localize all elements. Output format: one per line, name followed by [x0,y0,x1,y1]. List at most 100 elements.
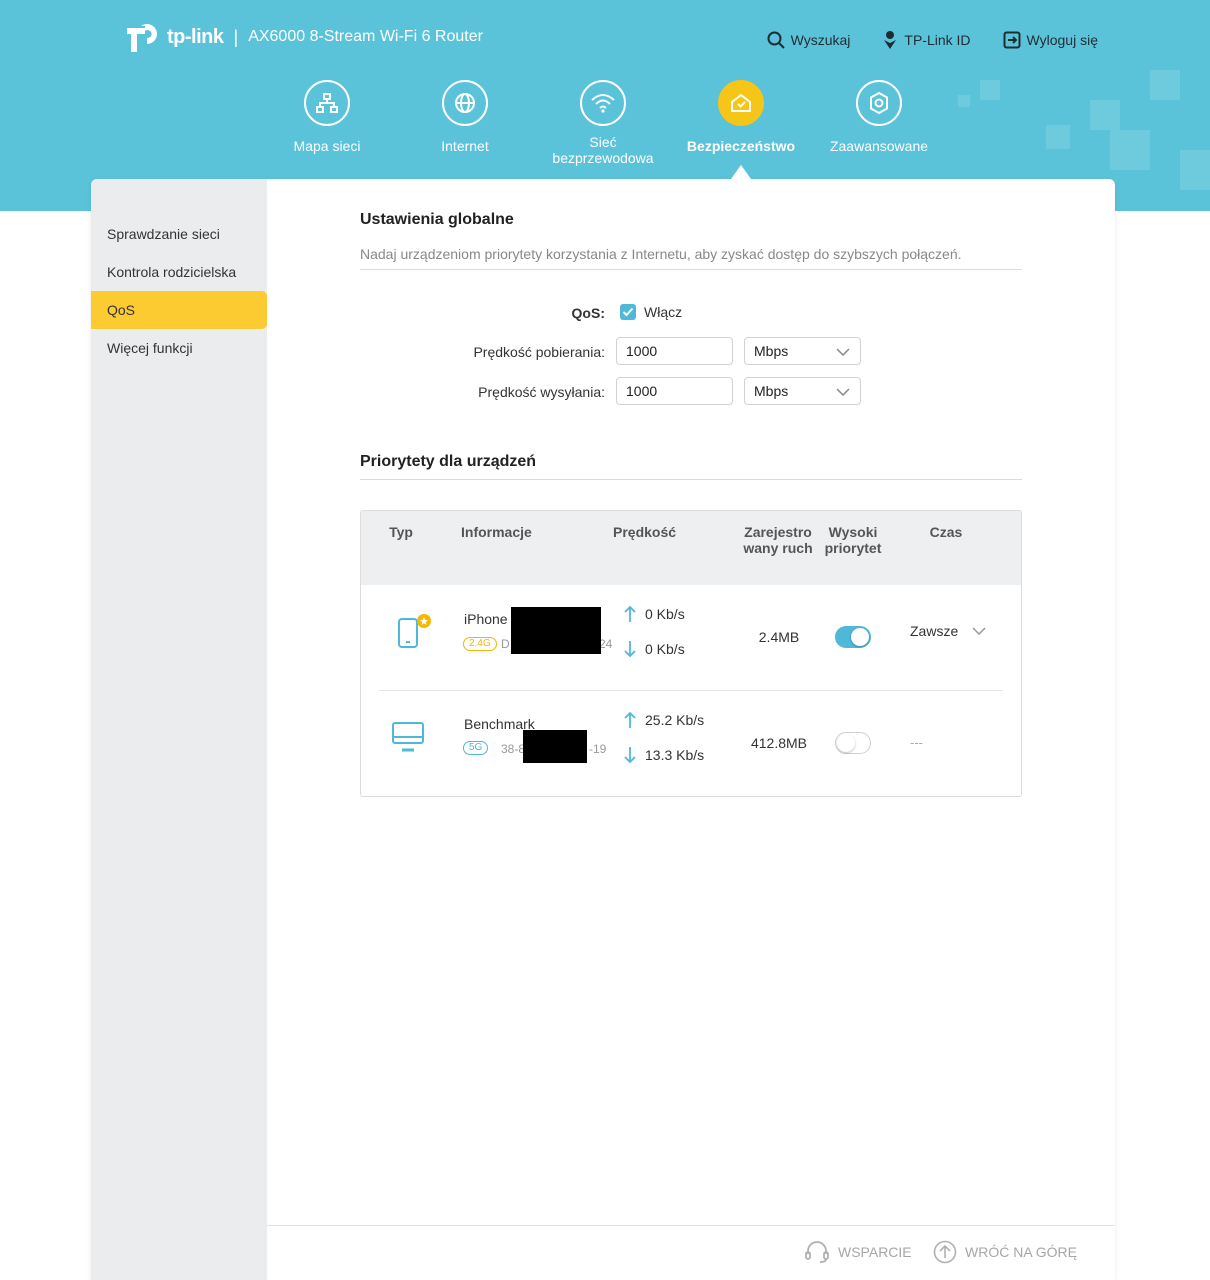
device-priority-title: Priorytety dla urządzeń [360,453,537,470]
download-speed-label: Prędkość pobierania: [473,344,605,360]
table-row: Benchmark 5G 38-8 -19 25.2 Kb/s 13.3 Kb/… [361,691,1021,796]
high-priority-toggle[interactable] [835,626,871,648]
arrow-up-icon [624,711,636,728]
tplink-id-link[interactable]: TP-Link ID [882,30,971,50]
toggle-knob [851,628,869,646]
download-unit-value: Mbps [754,343,789,359]
back-to-top-label: WRÓĆ NA GÓRĘ [965,1244,1078,1260]
nav-active-caret [731,165,751,179]
logout-link[interactable]: Wyloguj się [1003,30,1098,50]
nav-internet[interactable]: Internet [395,80,535,154]
security-house-icon [731,93,751,112]
column-header-traffic: Zarejestro wany ruch [743,524,813,556]
gear-icon [870,91,888,115]
tplink-logo[interactable]: tp-link | AX6000 8-Stream Wi-Fi 6 Router [125,20,483,54]
sidebar: Sprawdzanie sieci Kontrola rodzicielska … [91,179,267,1280]
support-link[interactable]: WSPARCIE [804,1240,912,1264]
sidebar-item-parental-control[interactable]: Kontrola rodzicielska [91,253,267,291]
chevron-down-icon [972,627,986,635]
nav-network-map[interactable]: Mapa sieci [257,80,397,154]
high-priority-toggle[interactable] [835,732,871,754]
column-header-type: Typ [389,524,413,540]
qos-label: QoS: [571,305,605,321]
tplink-id-label: TP-Link ID [904,32,971,48]
qos-enable-checkbox[interactable] [620,304,636,320]
device-mac-prefix: 38-8 [501,742,526,756]
main-nav: Mapa sieci Internet Sieć bezprzewodowa B… [0,80,1210,180]
device-mac-suffix: 24 [599,637,613,651]
logo-text: tp-link [167,25,224,48]
divider [360,269,1022,270]
headset-icon [805,1241,829,1263]
chevron-down-icon [836,388,850,396]
device-priority-table: Typ Informacje Prędkość Zarejestro wany … [360,510,1022,797]
time-value: Zawsze [910,623,959,639]
router-model: AX6000 8-Stream Wi-Fi 6 Router [248,28,483,45]
upload-speed: 0 Kb/s [623,605,685,623]
divider [360,479,1022,480]
qos-enable-label: Włącz [644,304,683,320]
device-mac-prefix: D [501,637,510,651]
wifi-icon [591,94,615,113]
recorded-traffic: 412.8MB [750,735,808,751]
time-select[interactable]: Zawsze [910,623,986,639]
checkmark-icon [622,307,634,317]
logout-icon [1003,31,1021,49]
smartphone-icon [398,614,431,648]
sidebar-item-qos[interactable]: QoS [91,291,267,329]
upload-speed-label: Prędkość wysyłania: [478,384,605,400]
device-name: iPhone [464,611,508,627]
download-speed: 13.3 Kb/s [623,746,704,764]
chevron-down-icon [836,348,850,356]
upload-speed-value: 25.2 Kb/s [645,712,705,728]
main-card: Sprawdzanie sieci Kontrola rodzicielska … [91,179,1115,1280]
arrow-down-icon [624,747,636,764]
redaction-box [511,607,601,654]
sidebar-item-more-features[interactable]: Więcej funkcji [91,329,267,367]
upload-speed-input[interactable]: 1000 [616,377,733,405]
global-settings-description: Nadaj urządzeniom priorytety korzystania… [360,246,962,262]
column-header-info: Informacje [461,524,532,540]
arrow-up-icon [624,605,636,622]
download-unit-select[interactable]: Mbps [744,337,861,365]
redaction-box [523,730,587,763]
upload-unit-value: Mbps [754,383,789,399]
table-header: Typ Informacje Prędkość Zarejestro wany … [361,511,1021,585]
monitor-icon [392,722,424,752]
band-badge: 5G [463,741,489,755]
upload-speed-value: 0 Kb/s [645,606,685,622]
download-speed: 0 Kb/s [623,640,685,658]
globe-icon [455,93,475,113]
device-type [397,613,433,654]
download-speed-value: 13.3 Kb/s [645,747,705,763]
nav-label: Zaawansowane [829,138,929,154]
content-area: Ustawienia globalne Nadaj urządzeniom pr… [267,179,1115,1280]
nav-wireless[interactable]: Sieć bezprzewodowa [533,80,673,166]
download-speed-input[interactable]: 1000 [616,337,733,365]
recorded-traffic: 2.4MB [758,629,800,645]
nav-label: Sieć bezprzewodowa [552,134,654,166]
download-speed-value: 0 Kb/s [645,641,685,657]
device-mac-suffix: -19 [589,742,607,756]
top-links: Wyszukaj TP-Link ID Wyloguj się [767,30,1098,50]
nav-security[interactable]: Bezpieczeństwo [671,80,811,154]
support-label: WSPARCIE [838,1244,912,1260]
arrow-up-circle-icon [933,1240,957,1264]
column-header-time: Czas [929,524,963,540]
time-value: --- [910,735,923,750]
nav-label: Bezpieczeństwo [686,138,796,154]
back-to-top-link[interactable]: WRÓĆ NA GÓRĘ [933,1240,1077,1264]
search-icon [767,31,785,49]
upload-speed: 25.2 Kb/s [623,711,704,729]
table-row: iPhone 2.4G D 24 0 Kb/s 0 Kb/s 2.4MB Zaw… [361,585,1021,691]
nav-advanced[interactable]: Zaawansowane [809,80,949,154]
nav-label: Internet [441,138,489,154]
sidebar-item-network-check[interactable]: Sprawdzanie sieci [91,215,267,253]
tplink-logo-icon [125,20,163,54]
global-settings-title: Ustawienia globalne [360,211,514,228]
search-link[interactable]: Wyszukaj [767,30,850,50]
device-type [391,721,425,758]
band-badge: 2.4G [463,637,497,651]
upload-unit-select[interactable]: Mbps [744,377,861,405]
column-header-speed: Prędkość [613,524,677,540]
